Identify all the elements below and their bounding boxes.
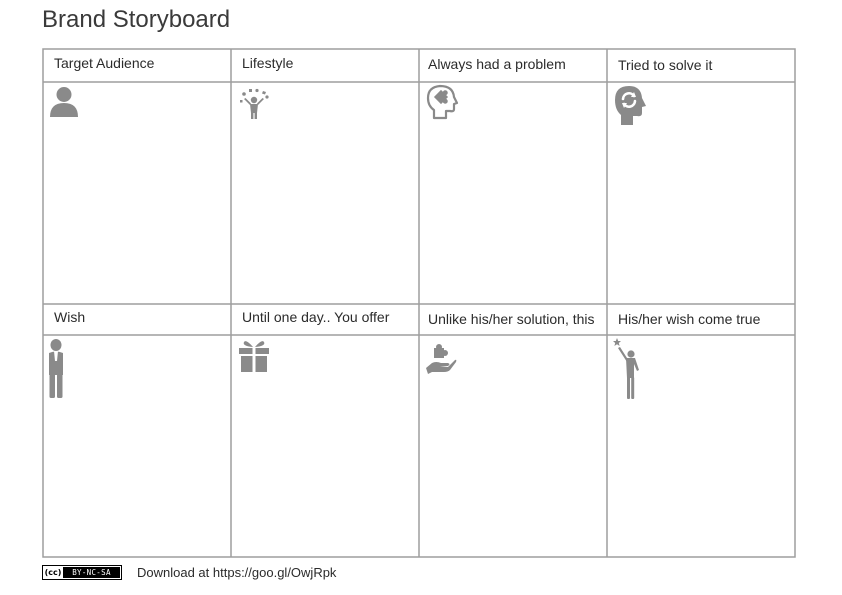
storyboard-grid: Target Audience Lifestyle Always had a p…	[42, 48, 796, 558]
download-link-text[interactable]: Download at https://goo.gl/OwjRpk	[137, 565, 336, 580]
person-icon	[50, 87, 78, 117]
cc-license-badge[interactable]: (cc) BY-NC-SA	[42, 564, 122, 580]
praying-person-icon	[49, 339, 63, 398]
cell-label-tried-to-solve-it: Tried to solve it	[618, 57, 713, 73]
cell-label-wish-come-true: His/her wish come true	[618, 311, 761, 327]
cell-label-target-audience: Target Audience	[54, 55, 155, 71]
hand-puzzle-icon	[426, 344, 457, 374]
head-puzzle-icon	[426, 84, 459, 120]
cell-label-wish: Wish	[54, 309, 86, 325]
cell-label-unlike-solution: Unlike his/her solution, this	[428, 311, 595, 327]
head-refresh-icon	[615, 86, 646, 125]
footer: (cc) BY-NC-SA Download at https://goo.gl…	[42, 562, 336, 582]
cell-label-until-one-day: Until one day.. You offer	[242, 309, 390, 325]
cc-symbol: (cc)	[44, 567, 62, 577]
juggling-person-icon	[240, 88, 269, 119]
grid-lines	[42, 48, 796, 558]
reaching-star-icon	[613, 338, 639, 399]
cell-label-lifestyle: Lifestyle	[242, 55, 294, 71]
cell-label-always-had-a-problem: Always had a problem	[428, 56, 566, 72]
page-title: Brand Storyboard	[42, 6, 231, 33]
gift-icon	[239, 341, 269, 372]
license-type: BY-NC-SA	[63, 566, 120, 578]
